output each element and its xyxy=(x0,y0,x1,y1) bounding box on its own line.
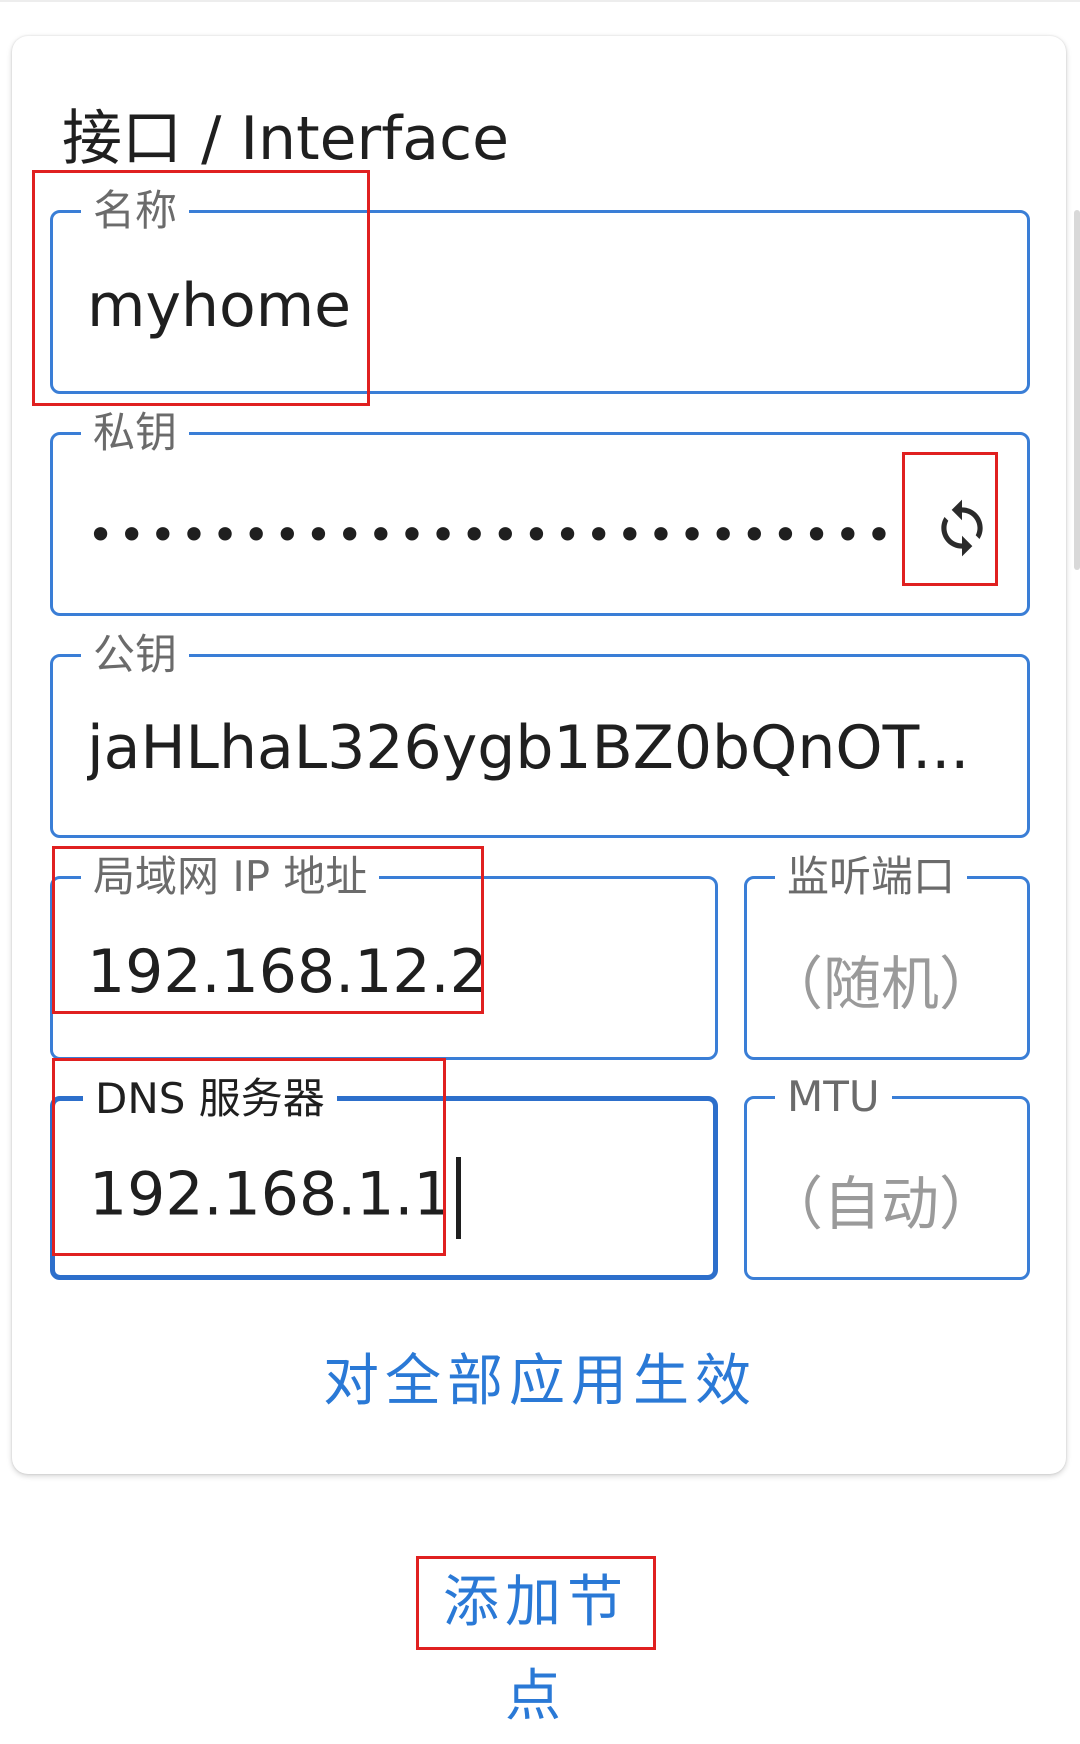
name-field[interactable]: 名称 myhome xyxy=(50,183,1030,394)
public-key-value: jaHLhaL326ygb1BZ0bQnOT... xyxy=(87,713,970,783)
top-divider xyxy=(0,0,1080,2)
listen-port-hint: （随机） xyxy=(764,950,997,1018)
address-value: 192.168.12.2 xyxy=(87,937,488,1007)
listen-port-label: 监听端口 xyxy=(775,849,968,905)
text-caret xyxy=(455,1157,461,1239)
private-key-value: •••••••••••••••••••••••••••••••••••••••• xyxy=(87,508,891,562)
mtu-field[interactable]: MTU （自动） xyxy=(744,1069,1030,1280)
name-field-label: 名称 xyxy=(81,183,190,239)
private-key-field[interactable]: 私钥 •••••••••••••••••••••••••••••••••••••… xyxy=(50,405,1030,616)
mtu-hint: （自动） xyxy=(764,1170,997,1238)
listen-port-field[interactable]: 监听端口 （随机） xyxy=(744,849,1030,1060)
private-key-label: 私钥 xyxy=(81,405,190,461)
section-title: 接口 / Interface xyxy=(62,104,509,174)
mtu-label: MTU xyxy=(775,1069,892,1125)
dns-value: 192.168.1.1 xyxy=(89,1159,452,1230)
add-peer-button[interactable]: 添加节点 xyxy=(416,1556,656,1729)
generate-key-button[interactable] xyxy=(917,463,1007,593)
scroll-edge xyxy=(1074,210,1080,570)
address-label: 局域网 IP 地址 xyxy=(81,849,380,905)
refresh-icon xyxy=(941,499,983,557)
public-key-label: 公钥 xyxy=(81,627,190,683)
public-key-field[interactable]: 公钥 jaHLhaL326ygb1BZ0bQnOT... xyxy=(50,627,1030,838)
dns-label: DNS 服务器 xyxy=(83,1071,337,1127)
apply-to-all-button[interactable]: 对全部应用生效 xyxy=(0,1336,1080,1417)
name-field-value: myhome xyxy=(87,271,352,341)
address-field[interactable]: 局域网 IP 地址 192.168.12.2 xyxy=(50,849,718,1060)
dns-value-wrap: 192.168.1.1 xyxy=(89,1157,461,1239)
dns-field[interactable]: DNS 服务器 192.168.1.1 xyxy=(50,1071,718,1280)
